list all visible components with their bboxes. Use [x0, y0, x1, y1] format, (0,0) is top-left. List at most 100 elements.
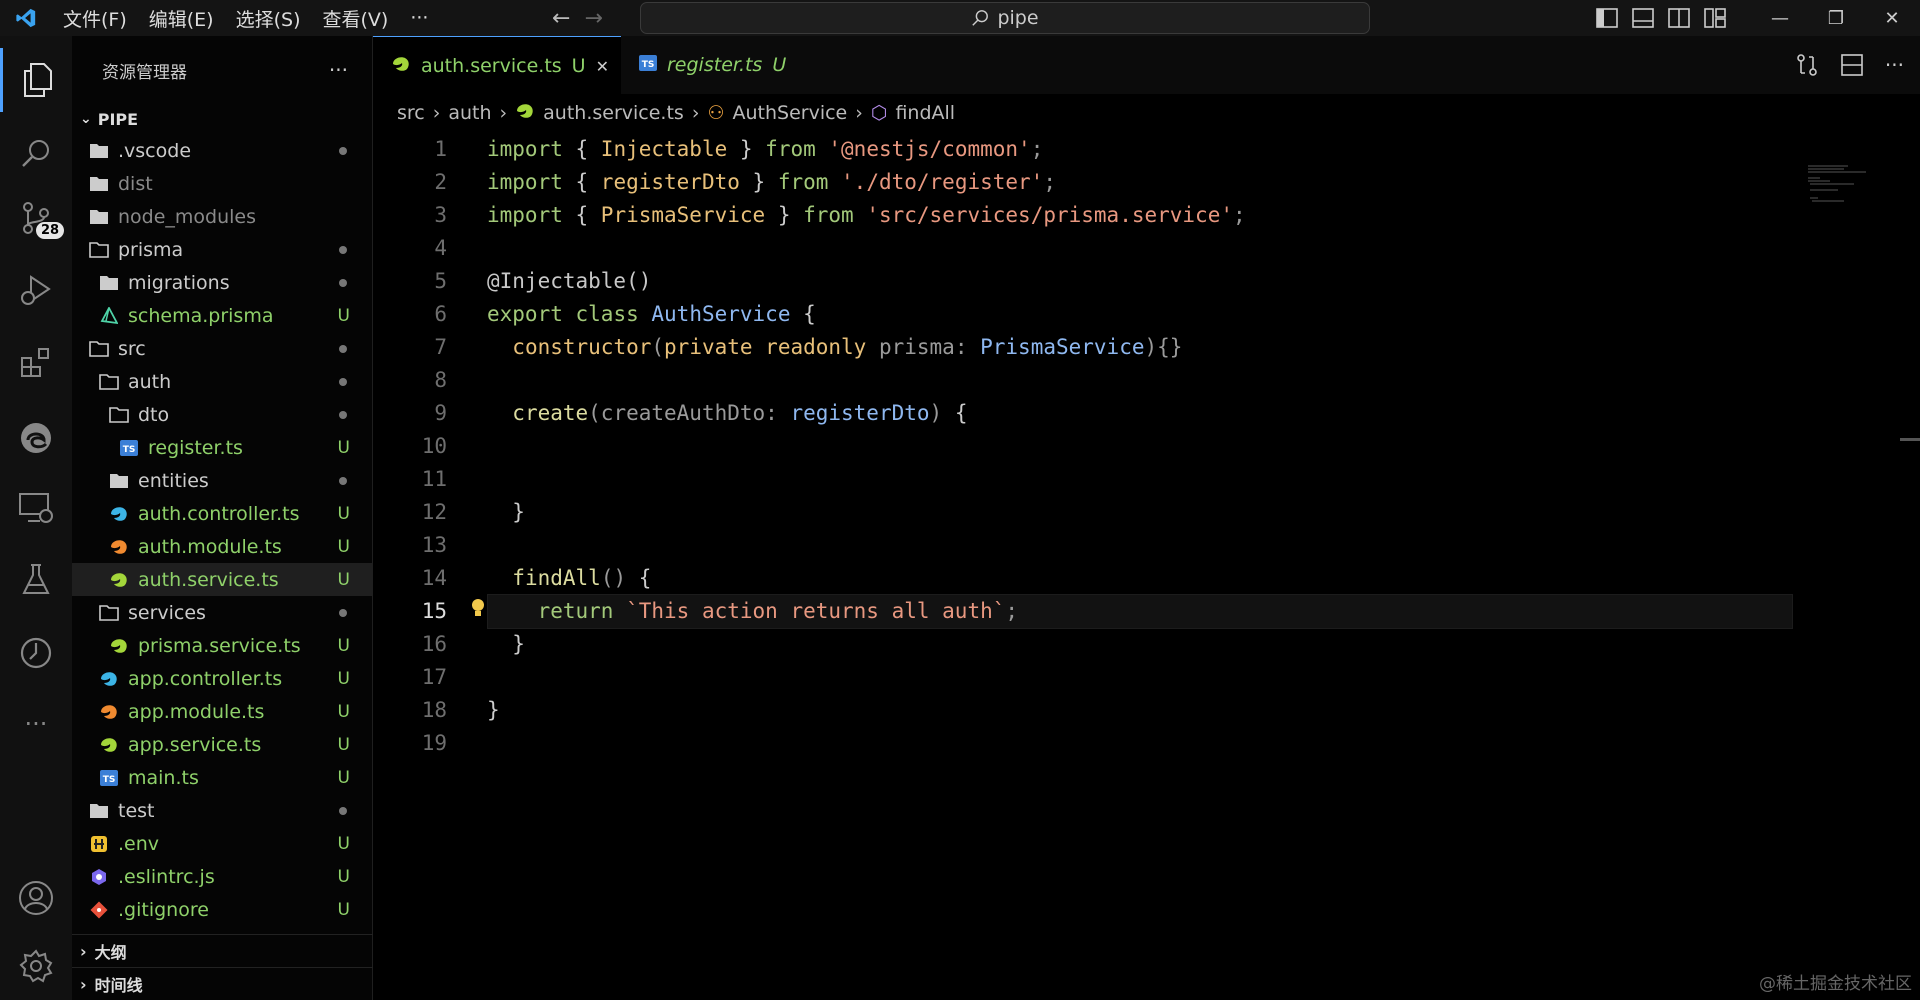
timeline-history-icon[interactable]: [0, 620, 72, 684]
code-line: 9 create(createAuthDto: registerDto) {: [373, 396, 1920, 429]
search-view-icon[interactable]: [0, 122, 72, 186]
menu-item[interactable]: 选择(S): [225, 5, 312, 32]
git-status-badge: U: [337, 503, 350, 524]
tree-item[interactable]: app.module.ts U: [72, 695, 372, 728]
line-number: 19: [421, 730, 447, 755]
timeline-section[interactable]: › 时间线: [72, 967, 380, 1000]
activity-bar: 28 ···: [0, 36, 72, 1000]
tree-item[interactable]: entities: [72, 464, 372, 497]
tree-item-label: auth.module.ts: [138, 535, 282, 558]
line-number: 15: [421, 598, 447, 623]
workspace-root[interactable]: ⌄ PIPE: [72, 104, 372, 134]
breadcrumb-item[interactable]: auth.service.ts: [543, 102, 684, 124]
tree-item[interactable]: dist: [72, 167, 372, 200]
menu-item[interactable]: 查看(V): [312, 5, 400, 32]
tree-item[interactable]: prisma: [72, 233, 372, 266]
back-arrow-icon[interactable]: ←: [552, 6, 570, 31]
svg-text:TS: TS: [123, 445, 136, 455]
tree-item[interactable]: app.controller.ts U: [72, 662, 372, 695]
settings-gear-icon[interactable]: [0, 934, 72, 998]
code-token: create: [512, 400, 589, 425]
code-token: '@nestjs/common': [815, 136, 1031, 161]
line-content: create(createAuthDto: registerDto) {: [487, 401, 967, 425]
tree-item[interactable]: .env U: [72, 827, 372, 860]
tree-item[interactable]: TS register.ts U: [72, 431, 372, 464]
source-control-icon[interactable]: 28: [0, 186, 72, 250]
code-token: './dto/register': [828, 169, 1044, 194]
outline-section[interactable]: › 大纲: [72, 934, 380, 967]
tree-item[interactable]: src: [72, 332, 372, 365]
code-token: `This action returns all auth`: [613, 598, 1006, 623]
close-window-icon[interactable]: ✕: [1864, 0, 1920, 36]
minimap[interactable]: [1808, 164, 1868, 204]
lightbulb-icon[interactable]: [471, 598, 485, 623]
overview-ruler-cursor[interactable]: [1900, 438, 1920, 441]
line-number: 16: [421, 631, 447, 656]
toggle-panel-icon[interactable]: [1632, 8, 1654, 28]
code-token: 'src/services/prisma.service': [853, 202, 1233, 227]
code-token: import: [487, 202, 563, 227]
tree-item[interactable]: auth: [72, 365, 372, 398]
edge-devtools-icon[interactable]: [0, 406, 72, 470]
line-content: import { PrismaService } from 'src/servi…: [487, 203, 1246, 227]
code-line: 10: [373, 429, 1920, 462]
tree-item[interactable]: app.service.ts U: [72, 728, 372, 761]
testing-icon[interactable]: [0, 548, 72, 612]
tree-item[interactable]: dto: [72, 398, 372, 431]
editor-tab[interactable]: auth.service.ts U ✕: [373, 36, 621, 95]
git-status-badge: U: [337, 833, 350, 854]
toggle-primary-sidebar-icon[interactable]: [1596, 8, 1618, 28]
editor-tab[interactable]: TS register.ts U: [621, 36, 798, 94]
breadcrumb-item[interactable]: findAll: [895, 102, 955, 124]
split-editor-icon[interactable]: [1841, 54, 1863, 76]
more-actions-icon[interactable]: ···: [329, 58, 348, 82]
toggle-secondary-sidebar-icon[interactable]: [1668, 8, 1690, 28]
tree-item[interactable]: prisma.service.ts U: [72, 629, 372, 662]
tree-item[interactable]: services: [72, 596, 372, 629]
tree-item[interactable]: .vscode: [72, 134, 372, 167]
close-tab-icon[interactable]: ✕: [596, 57, 609, 76]
code-token: (): [600, 565, 639, 590]
forward-arrow-icon[interactable]: →: [584, 6, 602, 31]
tree-item[interactable]: node_modules: [72, 200, 372, 233]
run-debug-icon[interactable]: [0, 258, 72, 322]
tree-item[interactable]: TS main.ts U: [72, 761, 372, 794]
tree-item[interactable]: schema.prisma U: [72, 299, 372, 332]
breadcrumb-item[interactable]: auth: [448, 102, 491, 124]
customize-layout-icon[interactable]: [1704, 8, 1726, 28]
code-line: 12 }: [373, 495, 1920, 528]
tree-item[interactable]: auth.service.ts U: [72, 563, 372, 596]
explorer-icon[interactable]: [0, 48, 75, 112]
more-editor-actions-icon[interactable]: ···: [1885, 53, 1904, 77]
code-token: ): [929, 400, 955, 425]
account-icon[interactable]: [0, 866, 72, 930]
restore-icon[interactable]: ❐: [1808, 0, 1864, 36]
git-status-badge: U: [337, 437, 350, 458]
tree-item[interactable]: test: [72, 794, 372, 827]
minimize-icon[interactable]: —: [1752, 0, 1808, 36]
tab-label: auth.service.ts: [421, 55, 562, 77]
more-views-icon[interactable]: ···: [0, 692, 72, 756]
remote-explorer-icon[interactable]: [0, 476, 72, 540]
line-number: 7: [434, 334, 447, 359]
tree-item[interactable]: auth.controller.ts U: [72, 497, 372, 530]
folder-open-icon: [88, 338, 110, 360]
tree-item[interactable]: .gitignore U: [72, 893, 372, 926]
tree-item[interactable]: .eslintrc.js U: [72, 860, 372, 893]
command-center-search[interactable]: pipe: [640, 2, 1370, 34]
breadcrumb-item[interactable]: AuthService: [732, 102, 847, 124]
folder-open-icon: [98, 602, 120, 624]
extensions-icon[interactable]: [0, 330, 72, 394]
menu-item[interactable]: 编辑(E): [138, 5, 225, 32]
modified-dot-icon: [339, 608, 347, 617]
menu-item[interactable]: ···: [399, 7, 439, 29]
tree-item[interactable]: migrations: [72, 266, 372, 299]
code-line: 14 findAll() {: [373, 561, 1920, 594]
line-content: }: [487, 500, 525, 524]
menu-item[interactable]: 文件(F): [52, 5, 138, 32]
code-editor[interactable]: 1 import { Injectable } from '@nestjs/com…: [373, 132, 1920, 759]
breadcrumb-item[interactable]: src: [397, 102, 425, 124]
tree-item[interactable]: auth.module.ts U: [72, 530, 372, 563]
code-token: }: [487, 697, 500, 722]
compare-changes-icon[interactable]: [1795, 53, 1819, 77]
